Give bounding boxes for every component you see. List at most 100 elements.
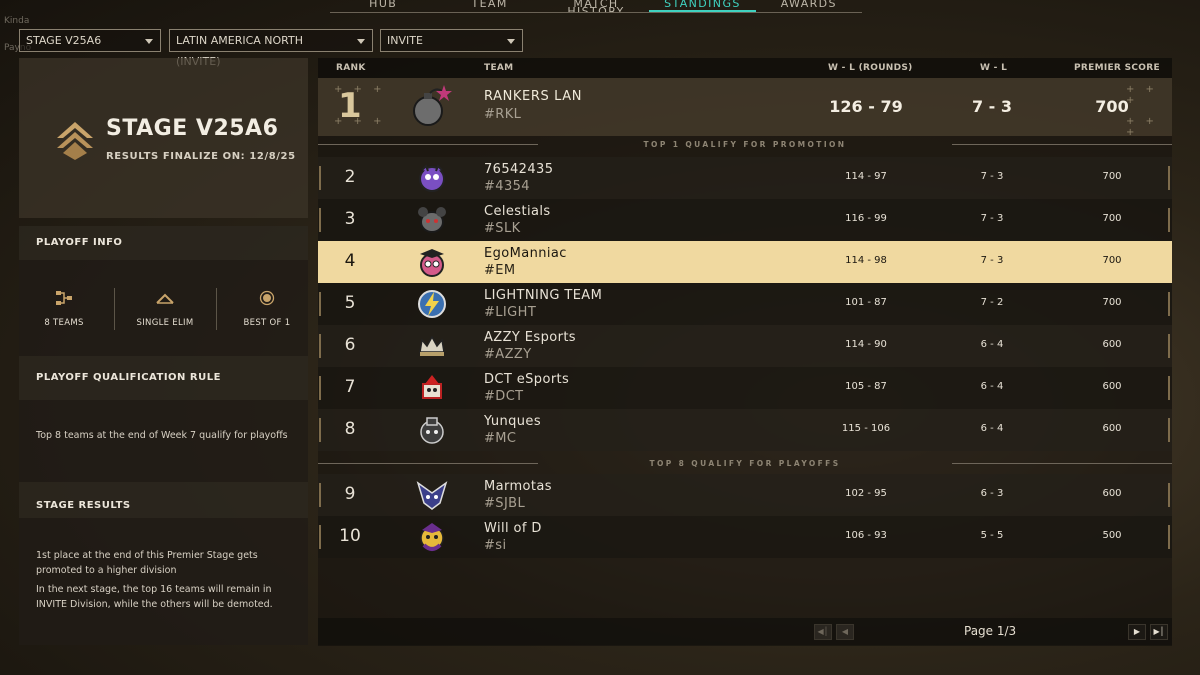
leader-rounds: 126 - 79 [829,97,903,116]
team-tag: #LIGHT [484,305,537,320]
team-tag: #si [484,538,507,553]
rounds: 106 - 93 [845,530,887,541]
first-page-icon[interactable]: ◀│ [814,624,832,640]
stage-dropdown-value: STAGE V25A6 [26,34,102,47]
team-name: EgoManniac [484,246,567,261]
rounds: 102 - 95 [845,488,887,499]
table-row[interactable]: 6 AZZY Esports #AZZY 114 - 90 6 - 4 600 [318,325,1172,367]
team-name: 76542435 [484,162,554,177]
team-logo-icon [420,417,444,444]
header-team: TEAM [484,63,514,73]
rank-chevron-icon [57,122,93,160]
premier-score: 600 [1102,423,1122,434]
rounds: 114 - 97 [845,171,887,182]
info-format: SINGLE ELIM [118,288,212,328]
qualification-rule-text: Top 8 teams at the end of Week 7 qualify… [36,430,288,441]
wl: 6 - 4 [980,381,1004,392]
playoffs-separator: TOP 8 QUALIFY FOR PLAYOFFS [318,455,1172,473]
crown-logo-icon [419,335,445,356]
info-bestof: BEST OF 1 [220,288,314,328]
team-tag: #EM [484,263,516,278]
playoff-info-heading-text: PLAYOFF INFO [36,237,123,248]
division-dropdown-value: INVITE [387,34,423,47]
row-bar [1168,334,1170,358]
page-indicator: Page 1/3 [964,624,1017,638]
leader-wl: 7 - 3 [971,97,1013,116]
row-rank: 8 [344,419,356,439]
single-elim-icon [156,293,174,304]
team-logo-icon [420,249,444,277]
chevron-down-icon [145,39,153,44]
table-row[interactable]: 2 76542435 #4354 114 - 97 7 - 3 700 [318,157,1172,199]
row-rank: 3 [344,209,356,229]
stage-dropdown[interactable]: STAGE V25A6 [19,29,161,52]
rounds: 115 - 106 [841,423,891,434]
playoffs-separator-text: TOP 8 QUALIFY FOR PLAYOFFS [649,459,841,468]
qualification-rule-heading: PLAYOFF QUALIFICATION RULE [19,356,308,400]
wl: 7 - 2 [980,297,1004,308]
leader-row[interactable]: + + + + + + + + + + + + 1 RANKERS LAN #R… [318,78,1172,138]
row-rank: 2 [344,167,356,187]
separator-line [318,144,538,145]
table-row-highlighted[interactable]: 4 EgoManniac #EM 114 - 98 7 - 3 700 [318,241,1172,283]
region-dropdown[interactable]: LATIN AMERICA NORTH (INVITE) [169,29,373,68]
stage-title: STAGE V25A6 [106,116,279,141]
premier-score: 600 [1102,381,1122,392]
row-bar [1168,483,1170,507]
divider [216,288,217,330]
team-name: LIGHTNING TEAM [484,288,603,303]
wl: 7 - 3 [980,213,1004,224]
division-dropdown[interactable]: INVITE [380,29,523,52]
premier-score: 700 [1102,213,1122,224]
team-tag: #AZZY [484,347,532,362]
team-logo-icon [419,164,445,192]
separator-line [318,463,538,464]
bracket-icon [56,291,72,305]
info-teams: 8 TEAMS [17,288,111,328]
leader-team-tag: #RKL [484,107,522,122]
team-name: Marmotas [484,479,552,494]
premier-score: 600 [1102,488,1122,499]
row-rank: 7 [344,377,356,397]
row-bar [1168,418,1170,442]
playoff-info-heading: PLAYOFF INFO [19,226,308,260]
tab-hub[interactable]: HUB [330,0,436,12]
tab-standings[interactable]: STANDINGS [649,0,756,12]
wl: 6 - 4 [980,423,1004,434]
wl: 6 - 3 [980,488,1004,499]
row-rank: 4 [344,251,356,271]
next-page-icon[interactable]: ▶ [1128,624,1146,640]
tab-team[interactable]: TEAM [436,0,542,12]
wl: 7 - 3 [980,255,1004,266]
premier-score: 700 [1102,255,1122,266]
decor-plus: + + + [1126,116,1158,138]
team-tag: #SJBL [484,496,526,511]
tab-awards[interactable]: AWARDS [756,0,862,12]
table-row[interactable]: 5 LIGHTNING TEAM #LIGHT 101 - 87 7 - 2 7… [318,283,1172,325]
pagination: ◀│ ◀ Page 1/3 ▶ ▶│ [318,618,1172,646]
table-header: RANK TEAM W - L (ROUNDS) W - L PREMIER S… [318,58,1172,78]
leader-team-name: RANKERS LAN [484,89,583,104]
table-row[interactable]: 9 Marmotas #SJBL 102 - 95 6 - 3 600 [318,474,1172,516]
last-page-icon[interactable]: ▶│ [1150,624,1168,640]
stage-results-heading-text: STAGE RESULTS [36,500,131,511]
team-name: DCT eSports [484,372,570,387]
table-row[interactable]: 8 Yunques #MC 115 - 106 6 - 4 600 [318,409,1172,451]
table-row[interactable]: 7 DCT eSports #DCT 105 - 87 6 - 4 600 [318,367,1172,409]
premier-score: 700 [1102,297,1122,308]
row-rank: 5 [344,293,356,313]
header-wl: W - L [980,63,1008,73]
tab-match-history[interactable]: MATCH HISTORY [543,0,649,12]
row-bar [1168,208,1170,232]
best-of-label: BEST OF 1 [243,318,291,328]
wl: 6 - 4 [980,339,1004,350]
row-rank: 10 [339,526,361,546]
team-name: Will of D [484,521,542,536]
leader-score: 700 [1095,97,1129,116]
rounds: 114 - 98 [845,255,887,266]
prev-page-icon[interactable]: ◀ [836,624,854,640]
table-row[interactable]: 3 Celestials #SLK 116 - 99 7 - 3 700 [318,199,1172,241]
premier-score: 500 [1102,530,1122,541]
table-row[interactable]: 10 Will of D #si 106 - 93 5 - 5 500 [318,516,1172,558]
premier-score: 600 [1102,339,1122,350]
